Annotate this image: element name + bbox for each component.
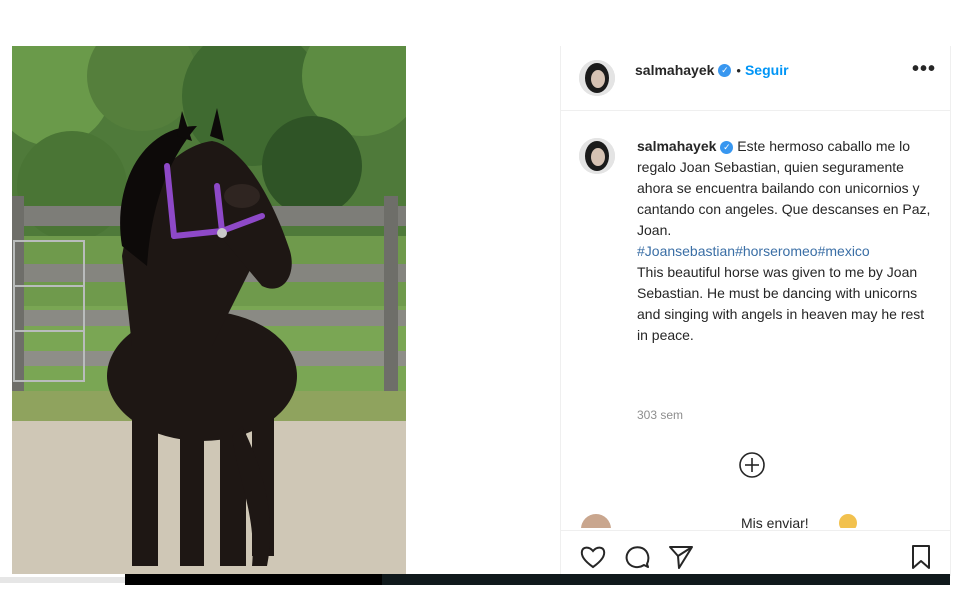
follow-button[interactable]: Seguir — [745, 62, 789, 78]
hashtag-line: #Joansebastian#horseromeo#mexico — [637, 241, 933, 262]
add-comment-icon[interactable] — [739, 452, 765, 478]
horse-photo-image — [12, 46, 406, 574]
bookmark-icon[interactable] — [907, 543, 935, 571]
verified-badge-icon: ✓ — [718, 64, 732, 78]
screen-edge-bar — [0, 577, 125, 583]
header-username[interactable]: salmahayek — [635, 62, 714, 78]
header-user-line: salmahayek ✓ • Seguir — [635, 60, 789, 80]
caption-text-english: This beautiful horse was given to me by … — [637, 264, 925, 343]
heart-icon[interactable] — [579, 543, 607, 571]
post-header: salmahayek ✓ • Seguir ••• — [561, 46, 950, 111]
emoji-icon — [839, 514, 857, 528]
instagram-post: salmahayek ✓ • Seguir ••• salmahayek ✓ Este … — [12, 46, 951, 577]
caption-profile-picture-image — [579, 138, 615, 174]
comment-avatar[interactable] — [581, 514, 611, 528]
hashtag-horseromeo[interactable]: #horseromeo — [735, 243, 818, 259]
next-comment-text: Mis enviar! — [741, 515, 809, 528]
taskbar-strip-black — [125, 574, 382, 585]
more-options-icon[interactable]: ••• — [912, 58, 936, 81]
post-sidebar: salmahayek ✓ • Seguir ••• salmahayek ✓ Este … — [560, 46, 951, 577]
next-comment-peek: Mis enviar! — [581, 514, 921, 528]
share-icon[interactable] — [667, 543, 695, 571]
comment-icon[interactable] — [623, 543, 651, 571]
profile-picture-image — [579, 60, 615, 96]
hashtag-joansebastian[interactable]: #Joansebastian — [637, 243, 735, 259]
post-timestamp[interactable]: 303 sem — [637, 408, 683, 422]
caption-verified-badge-icon: ✓ — [720, 140, 734, 154]
post-actions — [561, 530, 950, 577]
post-photo[interactable] — [12, 46, 406, 574]
header-separator-dot: • — [736, 63, 741, 78]
post-caption: salmahayek ✓ Este hermoso caballo me lo r… — [637, 136, 933, 346]
hashtag-mexico[interactable]: #mexico — [818, 243, 870, 259]
caption-username[interactable]: salmahayek — [637, 138, 716, 154]
caption-avatar[interactable] — [579, 138, 615, 174]
avatar[interactable] — [579, 60, 615, 96]
